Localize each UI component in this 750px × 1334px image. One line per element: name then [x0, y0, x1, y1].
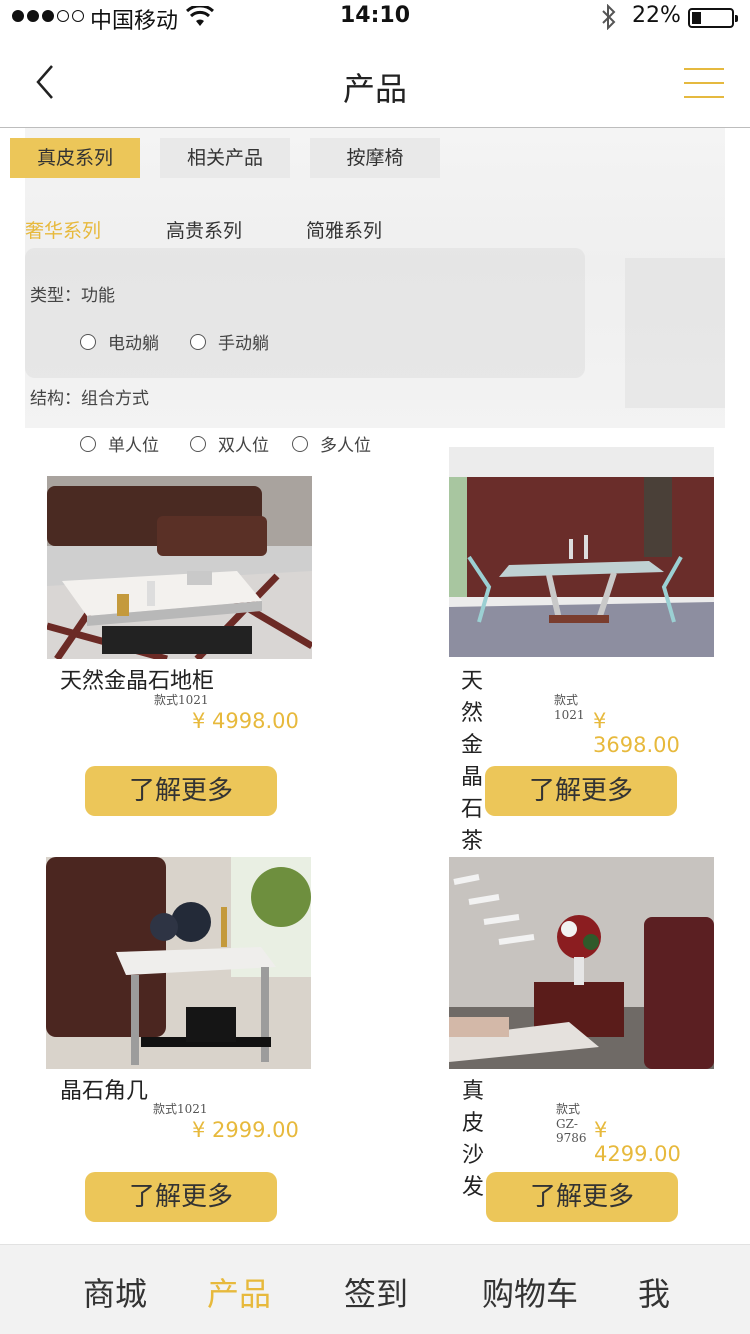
product-price: ¥ 3698.00 — [593, 709, 680, 757]
radio-button[interactable] — [190, 435, 206, 452]
radio-button[interactable] — [80, 333, 96, 350]
product-photo-cabinet[interactable] — [47, 476, 312, 659]
product-model: 款式1021 — [554, 693, 585, 722]
filter-panel: 真皮系列 相关产品 按摩椅 奢华系列 高贵系列 简雅系列 类型：功能 电动躺 手… — [0, 128, 750, 458]
type-filter-label: 类型：功能 — [30, 286, 115, 306]
battery-percent: 22% — [632, 3, 681, 28]
series-luxury[interactable]: 奢华系列 — [25, 216, 101, 243]
product-model: 款式GZ-9786 — [556, 1102, 587, 1145]
option-single-seat[interactable]: 单人位 — [80, 431, 159, 456]
learn-more-button[interactable]: 了解更多 — [485, 766, 677, 816]
learn-more-button[interactable]: 了解更多 — [85, 766, 277, 816]
tab-products[interactable]: 产品 — [207, 1269, 271, 1315]
option-manual-recline[interactable]: 手动躺 — [190, 329, 269, 354]
product-price: ¥ 4299.00 — [594, 1118, 681, 1166]
structure-filter-label: 结构：组合方式 — [30, 389, 149, 409]
learn-more-button[interactable]: 了解更多 — [85, 1172, 277, 1222]
series-elegant[interactable]: 简雅系列 — [306, 216, 382, 243]
tab-massage-chair[interactable]: 按摩椅 — [310, 138, 440, 178]
product-price: ¥ 2999.00 — [192, 1118, 299, 1142]
series-noble[interactable]: 高贵系列 — [166, 216, 242, 243]
bottom-tab-bar: 商城 产品 签到 购物车 我 — [0, 1244, 750, 1334]
product-name[interactable]: 晶石角几 — [60, 1073, 148, 1105]
option-multi-seat[interactable]: 多人位 — [292, 431, 371, 456]
product-model: 款式1021 — [153, 1102, 208, 1116]
tab-mall[interactable]: 商城 — [83, 1269, 147, 1315]
tab-shopping-cart[interactable]: 购物车 — [482, 1269, 578, 1315]
radio-button[interactable] — [190, 333, 206, 350]
status-bar: 中国移动 14:10 22% — [0, 0, 750, 36]
battery-icon — [688, 8, 738, 28]
navigation-bar: 产品 — [0, 36, 750, 128]
tab-check-in[interactable]: 签到 — [344, 1269, 408, 1315]
product-name[interactable]: 天然金晶石茶几 — [461, 663, 483, 887]
page-title: 产品 — [342, 70, 407, 108]
tab-related-products[interactable]: 相关产品 — [160, 138, 290, 178]
radio-button[interactable] — [292, 435, 308, 452]
tab-genuine-leather-series[interactable]: 真皮系列 — [10, 138, 140, 178]
product-photo-leather-sofa[interactable] — [449, 857, 714, 1069]
bluetooth-icon — [602, 4, 616, 30]
radio-button[interactable] — [80, 435, 96, 452]
product-price: ¥ 4998.00 — [192, 709, 299, 733]
tab-me[interactable]: 我 — [638, 1269, 670, 1315]
option-electric-recline[interactable]: 电动躺 — [80, 329, 159, 354]
option-double-seat[interactable]: 双人位 — [190, 431, 269, 456]
product-photo-corner-table[interactable] — [46, 857, 311, 1069]
product-photo-coffee-table[interactable] — [449, 447, 714, 657]
learn-more-button[interactable]: 了解更多 — [486, 1172, 678, 1222]
product-name[interactable]: 真皮沙发 — [462, 1073, 484, 1201]
hamburger-menu-icon[interactable] — [684, 66, 724, 100]
product-model: 款式1021 — [154, 693, 209, 707]
